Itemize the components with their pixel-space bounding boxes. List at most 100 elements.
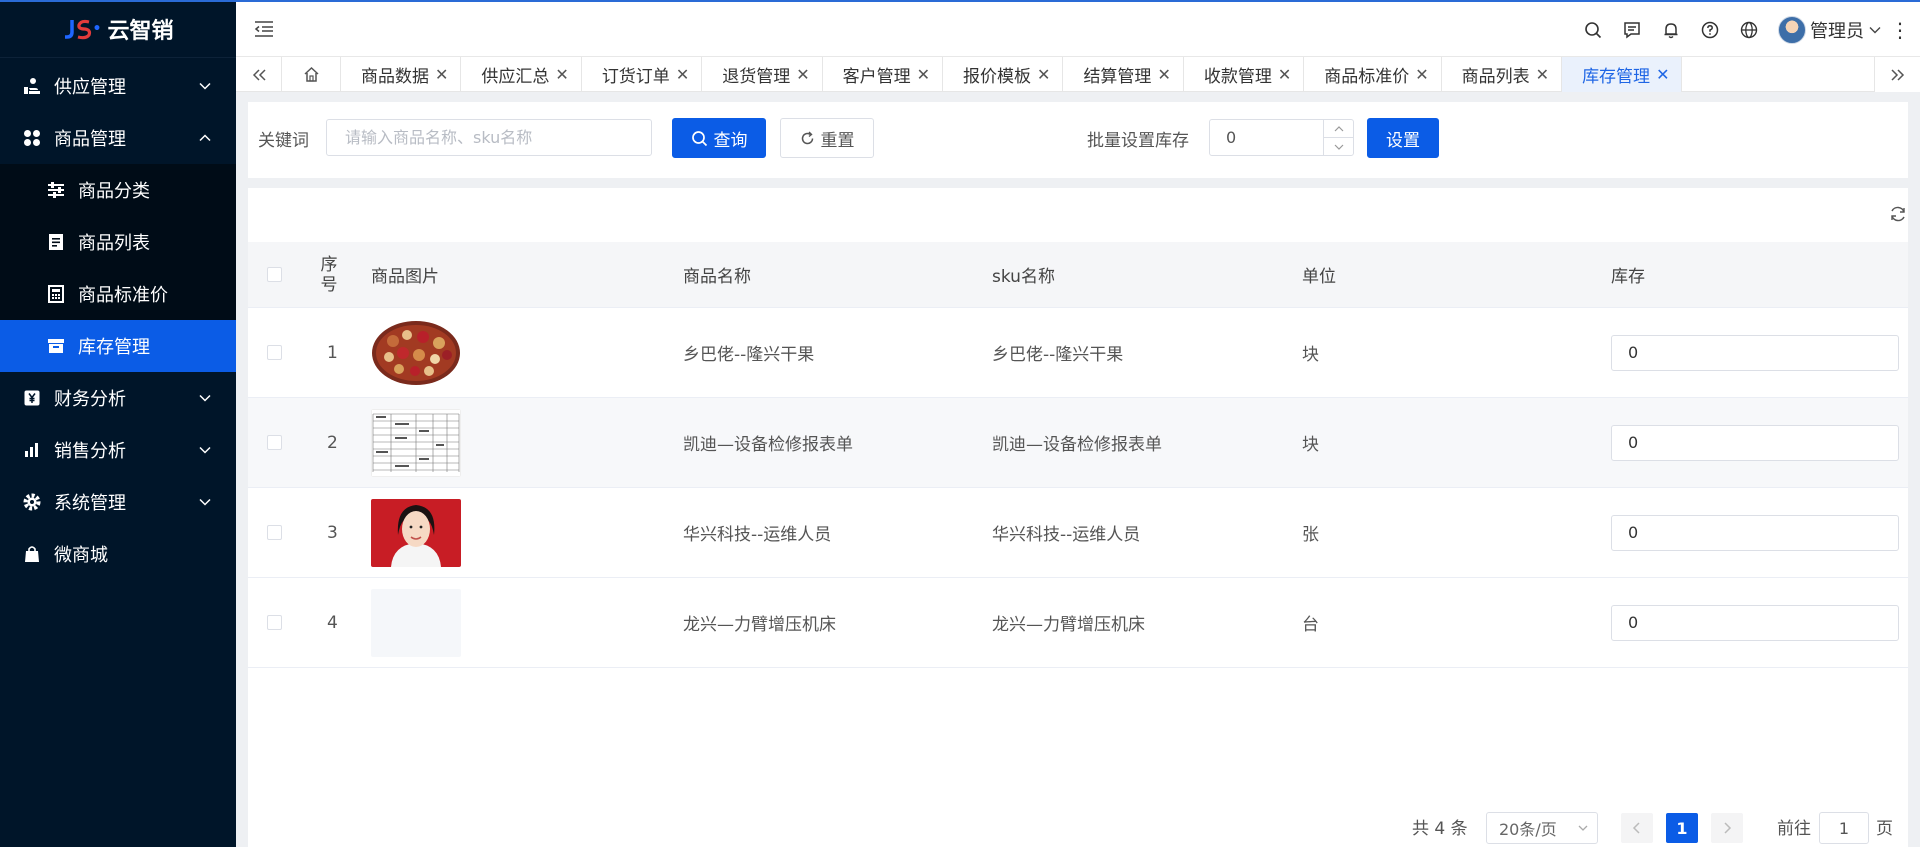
set-stock-button-label: 设置: [1386, 130, 1420, 151]
menu-toggle-icon[interactable]: [254, 20, 274, 38]
select-all-checkbox[interactable]: [267, 267, 282, 282]
close-icon[interactable]: ✕: [917, 65, 930, 84]
row-seq: 2: [327, 432, 338, 453]
row-name: 乡巴佬--隆兴干果: [683, 345, 815, 365]
sidebar-item-label: 系统管理: [54, 493, 126, 514]
set-stock-button[interactable]: 设置: [1367, 118, 1439, 158]
inspection-form-image: [371, 408, 461, 477]
tab-label: 报价模板: [963, 67, 1032, 87]
keyword-input[interactable]: [326, 119, 652, 156]
tab-customers[interactable]: 客户管理 ✕: [823, 57, 944, 92]
chevron-down-icon[interactable]: [1868, 23, 1882, 37]
avatar[interactable]: [1778, 15, 1806, 44]
sidebar-item-goods[interactable]: 商品管理: [0, 112, 236, 164]
sidebar-item-inventory[interactable]: 库存管理: [0, 320, 236, 372]
help-icon[interactable]: [1700, 20, 1720, 40]
app-logo[interactable]: • 云智销: [0, 0, 236, 58]
row-seq: 3: [327, 522, 338, 543]
sidebar-item-label: 商品管理: [54, 129, 126, 150]
shopping-bag-icon: [22, 544, 42, 564]
more-vertical-icon[interactable]: ⋮: [1890, 20, 1910, 40]
refresh-icon[interactable]: [1888, 204, 1908, 224]
table-row: 2 凯迪—设备检修报表单 凯迪—设备检修报表单 块: [248, 398, 1908, 488]
sidebar-item-label: 商品分类: [78, 181, 150, 202]
sidebar-item-system[interactable]: 系统管理: [0, 476, 236, 528]
close-icon[interactable]: ✕: [796, 65, 809, 84]
close-icon[interactable]: ✕: [1037, 65, 1050, 84]
supply-icon: [22, 76, 42, 96]
sidebar-item-label: 商品列表: [78, 233, 150, 254]
stock-input[interactable]: [1611, 334, 1899, 371]
close-icon[interactable]: ✕: [1278, 65, 1291, 84]
reset-button-label: 重置: [820, 130, 855, 151]
page-size-select[interactable]: 20条/页: [1486, 812, 1598, 844]
tab-label: 商品列表: [1461, 67, 1530, 87]
tab-standard-price[interactable]: 商品标准价 ✕: [1304, 57, 1442, 92]
refresh-icon: [801, 131, 813, 144]
close-icon[interactable]: ✕: [1656, 65, 1669, 84]
tab-label: 结算管理: [1083, 67, 1152, 87]
goto-page-input[interactable]: [1819, 812, 1869, 844]
sidebar-item-mall[interactable]: 微商城: [0, 528, 236, 580]
row-unit: 块: [1302, 435, 1319, 455]
search-panel: 关键词 查询 重置 批量设置库存 0 设置: [248, 102, 1908, 178]
row-checkbox[interactable]: [267, 525, 282, 540]
row-checkbox[interactable]: [267, 345, 282, 360]
batch-stock-label: 批量设置库存: [1087, 131, 1189, 151]
sidebar-item-goods-category[interactable]: 商品分类: [0, 164, 236, 216]
close-icon[interactable]: ✕: [555, 65, 568, 84]
tabs-scroll-right-icon[interactable]: [1874, 57, 1920, 92]
search-icon[interactable]: [1583, 20, 1603, 40]
page-button-current[interactable]: 1: [1666, 813, 1698, 843]
yen-icon: [22, 388, 42, 408]
sidebar-item-finance[interactable]: 财务分析: [0, 372, 236, 424]
row-checkbox[interactable]: [267, 435, 282, 450]
logo-text: 云智销: [107, 18, 174, 44]
row-seq: 4: [327, 612, 338, 633]
tabs-scroll-left-icon[interactable]: [236, 57, 282, 92]
prev-page-button[interactable]: [1621, 813, 1653, 843]
row-name: 华兴科技--运维人员: [683, 525, 832, 545]
tab-label: 收款管理: [1203, 67, 1272, 87]
tab-inventory[interactable]: 库存管理 ✕: [1562, 57, 1683, 92]
tab-home[interactable]: [282, 57, 341, 92]
search-icon: [691, 130, 707, 146]
stock-input[interactable]: [1611, 604, 1899, 641]
next-page-button[interactable]: [1711, 813, 1743, 843]
tab-settlement[interactable]: 结算管理 ✕: [1063, 57, 1184, 92]
sidebar-item-supply[interactable]: 供应管理: [0, 60, 236, 112]
sidebar-item-sales[interactable]: 销售分析: [0, 424, 236, 476]
message-icon[interactable]: [1622, 20, 1642, 40]
globe-icon[interactable]: [1739, 20, 1759, 40]
close-icon[interactable]: ✕: [1157, 65, 1170, 84]
tab-collections[interactable]: 收款管理 ✕: [1184, 57, 1305, 92]
tab-goods-list[interactable]: 商品列表 ✕: [1442, 57, 1563, 92]
bell-icon[interactable]: [1661, 20, 1681, 40]
table-row: 4 龙兴—力臂增压机床 龙兴—力臂增压机床 台: [248, 578, 1908, 668]
chevron-down-icon: [1578, 825, 1588, 831]
close-icon[interactable]: ✕: [435, 65, 448, 84]
header-actions: 管理员 ⋮: [1583, 2, 1920, 57]
increment-button[interactable]: [1324, 120, 1353, 137]
decrement-button[interactable]: [1324, 137, 1353, 155]
sidebar-item-goods-price[interactable]: 商品标准价: [0, 268, 236, 320]
close-icon[interactable]: ✕: [676, 65, 689, 84]
header-stock: 库存: [1611, 267, 1645, 287]
close-icon[interactable]: ✕: [1536, 65, 1549, 84]
tab-goods-data[interactable]: 商品数据 ✕: [341, 57, 462, 92]
stock-input[interactable]: [1611, 424, 1899, 461]
row-checkbox[interactable]: [267, 615, 282, 630]
close-icon[interactable]: ✕: [1415, 65, 1428, 84]
reset-button[interactable]: 重置: [780, 118, 874, 158]
stock-input[interactable]: [1611, 514, 1899, 551]
query-button[interactable]: 查询: [672, 118, 766, 158]
tab-quote-templates[interactable]: 报价模板 ✕: [943, 57, 1064, 92]
sidebar-item-goods-list[interactable]: 商品列表: [0, 216, 236, 268]
batch-stock-input[interactable]: 0: [1209, 119, 1354, 156]
user-name[interactable]: 管理员: [1810, 17, 1864, 43]
tab-returns[interactable]: 退货管理 ✕: [702, 57, 823, 92]
home-icon: [303, 66, 319, 82]
tab-supply-summary[interactable]: 供应汇总 ✕: [461, 57, 582, 92]
tab-purchase-orders[interactable]: 订货订单 ✕: [582, 57, 703, 92]
chevron-down-icon: [199, 446, 211, 454]
